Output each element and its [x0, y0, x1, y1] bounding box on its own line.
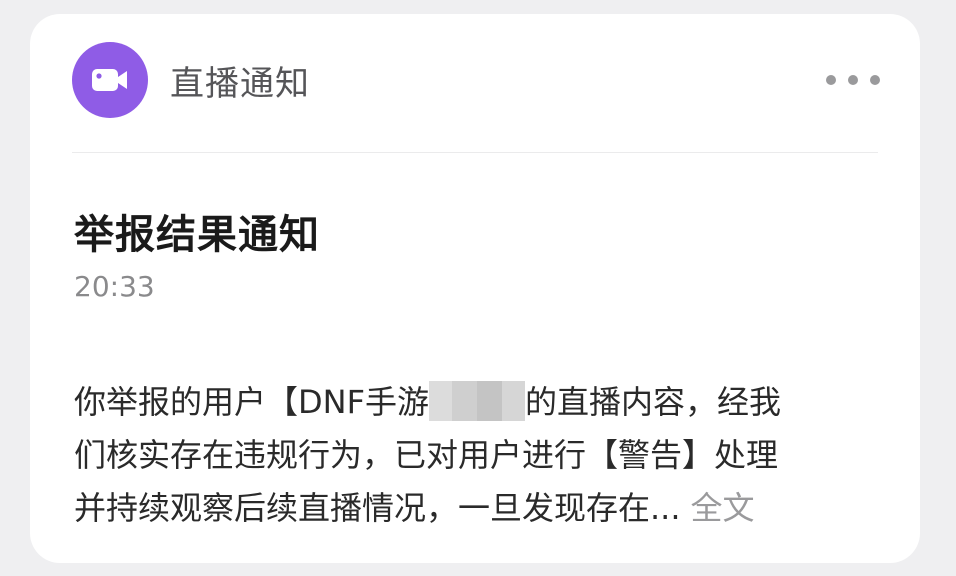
more-options-button[interactable] [818, 62, 888, 98]
redacted-username [429, 381, 525, 421]
body-line-1-end: 的直播内容，经我 [525, 383, 782, 421]
notification-title: 举报结果通知 [74, 212, 320, 258]
header-divider [72, 152, 878, 153]
more-dots-icon [826, 75, 880, 85]
notification-header: 直播通知 [72, 42, 880, 118]
notification-card[interactable]: 直播通知 举报结果通知 20:33 你举报的用户【DNF手游 的直播内容，经我 们… [30, 14, 920, 563]
notification-time: 20:33 [74, 270, 155, 303]
body-line-3-text: 并持续观察后续直播情况，一旦发现存在... [74, 489, 681, 527]
body-line-1-start: 你举报的用户【DNF手游 [74, 383, 429, 421]
video-camera-icon [92, 69, 127, 91]
app-icon [72, 42, 148, 118]
body-line-3: 并持续观察后续直播情况，一旦发现存在... 全文 [74, 482, 894, 535]
body-line-1: 你举报的用户【DNF手游 的直播内容，经我 [74, 376, 894, 429]
app-name: 直播通知 [170, 63, 310, 104]
notification-body: 你举报的用户【DNF手游 的直播内容，经我 们核实存在违规行为，已对用户进行【警告… [74, 376, 894, 535]
body-line-2: 们核实存在违规行为，已对用户进行【警告】处理 [74, 436, 779, 474]
expand-full-text-link[interactable]: 全文 [691, 489, 755, 527]
